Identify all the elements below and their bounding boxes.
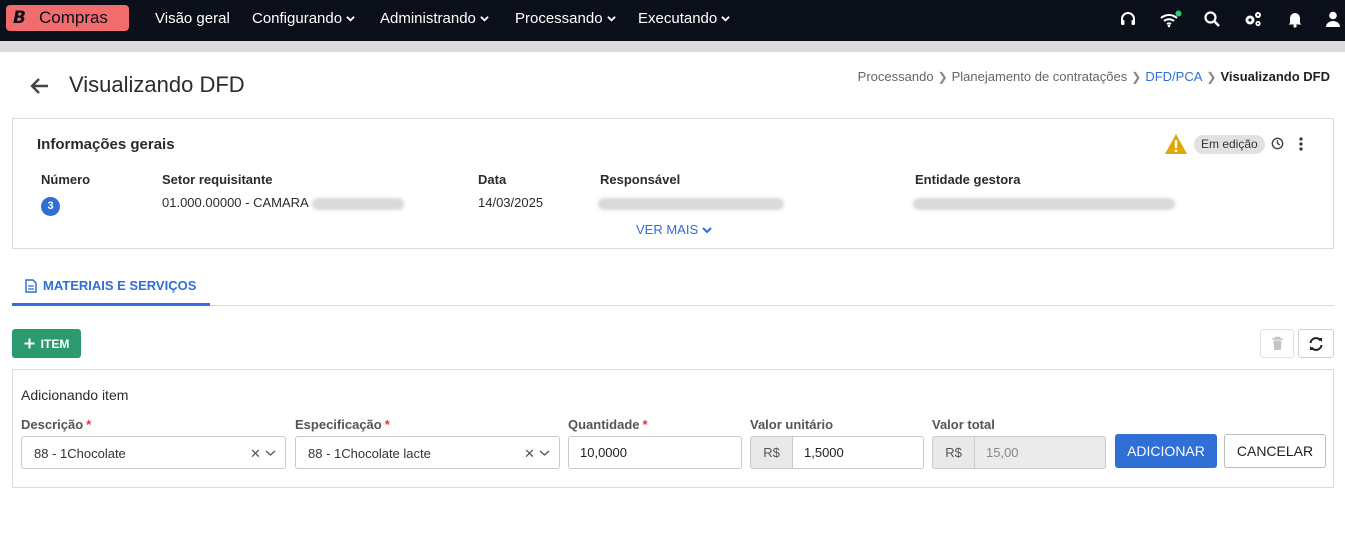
tab-label: MATERIAIS E SERVIÇOS xyxy=(43,278,197,293)
more-vertical-icon[interactable] xyxy=(1296,136,1306,152)
form-title: Adicionando item xyxy=(21,387,129,403)
valor-total-input: 15,00 xyxy=(974,436,1106,469)
especificacao-value: 88 - 1Chocolate lacte xyxy=(308,446,431,461)
data-value: 14/03/2025 xyxy=(478,195,544,210)
numero-badge: 3 xyxy=(41,197,60,216)
descricao-label: Descrição * xyxy=(21,417,91,432)
chevron-right-icon: ❯ xyxy=(1131,69,1142,84)
add-item-button[interactable]: ITEM xyxy=(12,329,81,358)
required-marker: * xyxy=(86,417,92,432)
nav-item-label: Executando xyxy=(638,10,718,27)
bell-icon[interactable] xyxy=(1286,10,1304,28)
top-navbar: B Compras Visão geral Configurando Admin… xyxy=(0,0,1345,41)
refresh-icon xyxy=(1309,336,1323,351)
chevron-down-icon[interactable] xyxy=(539,449,550,457)
valor-unitario-label: Valor unitário xyxy=(750,417,834,432)
general-info-card: Informações gerais Em edição Número 3 Se… xyxy=(12,118,1334,249)
setor-label: Setor requisitante xyxy=(162,172,273,187)
nav-item-label: Visão geral xyxy=(155,10,230,27)
tab-bar: MATERIAIS E SERVIÇOS xyxy=(12,268,1334,306)
data-label: Data xyxy=(478,172,507,187)
breadcrumb-item-planejamento[interactable]: Planejamento de contratações xyxy=(952,69,1128,84)
breadcrumb-item-dfd-pca[interactable]: DFD/PCA xyxy=(1145,69,1202,84)
entidade-label: Entidade gestora xyxy=(915,172,1021,187)
brand-logo[interactable]: B Compras xyxy=(6,5,129,31)
headset-icon[interactable] xyxy=(1119,10,1137,28)
nav-item-administrando[interactable]: Administrando xyxy=(380,10,489,27)
brand-letter: B xyxy=(13,8,26,28)
responsavel-value xyxy=(598,195,784,210)
ver-mais-link[interactable]: VER MAIS xyxy=(636,222,712,237)
required-marker: * xyxy=(642,417,648,432)
chevron-right-icon: ❯ xyxy=(1206,69,1217,84)
add-item-label: ITEM xyxy=(40,336,70,351)
chevron-down-icon xyxy=(721,16,730,22)
entidade-value xyxy=(913,195,1175,210)
brand-name: Compras xyxy=(38,8,108,27)
card-title: Informações gerais xyxy=(37,136,175,153)
trash-icon xyxy=(1271,336,1283,350)
especificacao-label-text: Especificação xyxy=(295,417,382,432)
responsavel-label: Responsável xyxy=(600,172,681,187)
document-icon xyxy=(25,278,37,293)
plus-icon xyxy=(24,338,35,349)
currency-prefix: R$ xyxy=(750,436,793,469)
adicionar-button[interactable]: ADICIONAR xyxy=(1115,434,1217,468)
required-marker: * xyxy=(384,417,390,432)
breadcrumb-item-processando[interactable]: Processando xyxy=(858,69,934,84)
redacted-text xyxy=(311,197,404,210)
back-arrow-icon[interactable] xyxy=(30,76,50,96)
nav-item-executando[interactable]: Executando xyxy=(638,10,730,27)
descricao-value: 88 - 1Chocolate xyxy=(34,446,126,461)
header-divider xyxy=(0,41,1345,52)
chevron-down-icon[interactable] xyxy=(265,449,276,457)
ver-mais-label: VER MAIS xyxy=(636,222,699,237)
chevron-down-icon xyxy=(606,16,616,22)
clear-icon[interactable]: ✕ xyxy=(524,446,535,462)
valor-total-label: Valor total xyxy=(932,417,995,432)
setor-value: 01.000.00000 - CAMARA xyxy=(162,195,404,210)
quantidade-input[interactable]: 10,0000 xyxy=(568,436,742,469)
redacted-text xyxy=(913,197,1175,210)
status-badge: Em edição xyxy=(1194,135,1265,154)
nav-item-label: Configurando xyxy=(252,10,343,27)
breadcrumb-item-current: Visualizando DFD xyxy=(1220,69,1330,84)
descricao-select[interactable]: 88 - 1Chocolate ✕ xyxy=(21,436,286,469)
nav-item-label: Administrando xyxy=(380,10,476,27)
nav-item-configurando[interactable]: Configurando xyxy=(252,10,355,27)
refresh-button[interactable] xyxy=(1298,329,1334,358)
chevron-right-icon: ❯ xyxy=(937,69,948,84)
settings-icon[interactable] xyxy=(1243,10,1263,28)
valor-unitario-input[interactable]: 1,5000 xyxy=(792,436,924,469)
search-icon[interactable] xyxy=(1203,10,1221,28)
user-icon[interactable] xyxy=(1324,10,1342,28)
currency-prefix: R$ xyxy=(932,436,975,469)
especificacao-select[interactable]: 88 - 1Chocolate lacte ✕ xyxy=(295,436,560,469)
wifi-icon[interactable] xyxy=(1160,10,1182,28)
quantidade-label-text: Quantidade xyxy=(568,417,640,432)
warning-icon[interactable] xyxy=(1164,133,1188,155)
chevron-down-icon xyxy=(346,16,355,22)
setor-value-text: 01.000.00000 - CAMARA xyxy=(162,195,308,210)
tab-materiais-servicos[interactable]: MATERIAIS E SERVIÇOS xyxy=(12,268,210,306)
descricao-label-text: Descrição xyxy=(21,417,84,432)
nav-item-processando[interactable]: Processando xyxy=(515,10,616,27)
cancelar-button[interactable]: CANCELAR xyxy=(1224,434,1326,468)
breadcrumb: Processando ❯ Planejamento de contrataçõ… xyxy=(858,69,1330,84)
page-title: Visualizando DFD xyxy=(69,72,245,97)
clear-icon[interactable]: ✕ xyxy=(250,446,261,462)
chevron-down-icon xyxy=(702,226,712,233)
especificacao-label: Especificação * xyxy=(295,417,390,432)
add-item-form: Adicionando item Descrição * 88 - 1Chocol… xyxy=(12,369,1334,488)
nav-item-label: Processando xyxy=(515,10,603,27)
redacted-text xyxy=(598,197,784,210)
quantidade-label: Quantidade * xyxy=(568,417,648,432)
nav-item-visao-geral[interactable]: Visão geral xyxy=(155,10,230,27)
chevron-down-icon xyxy=(480,16,489,22)
history-icon[interactable] xyxy=(1271,137,1284,150)
delete-button[interactable] xyxy=(1260,329,1294,358)
numero-label: Número xyxy=(41,172,91,187)
